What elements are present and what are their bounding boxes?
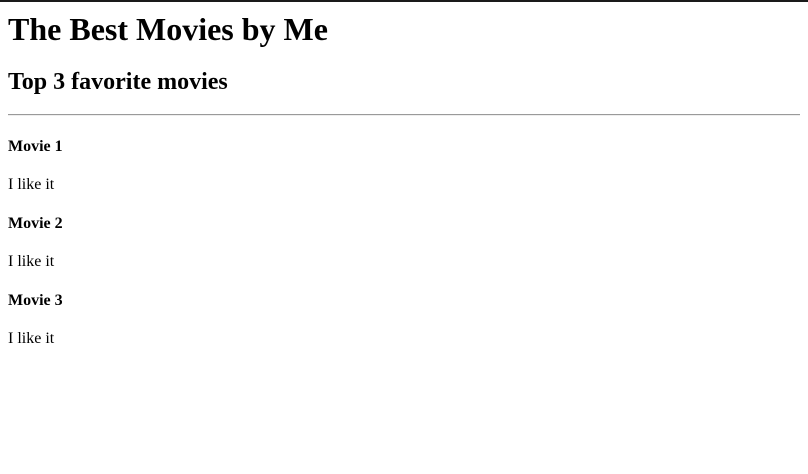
movie-comment: I like it (8, 330, 55, 347)
page-subtitle: Top 3 favorite movies (8, 69, 228, 95)
movie-comment: I like it (8, 176, 55, 193)
movie-title: Movie 3 (8, 292, 63, 309)
movie-comment: I like it (8, 253, 55, 270)
movie-title: Movie 1 (8, 138, 63, 155)
movie-item-3: Movie 3 I like it (8, 291, 800, 348)
divider (8, 114, 800, 116)
page-title: The Best Movies by Me (8, 11, 328, 47)
page-container: The Best Movies by Me Top 3 favorite mov… (0, 11, 808, 348)
movie-list: Movie 1 I like it Movie 2 I like it Movi… (8, 137, 800, 348)
movie-title: Movie 2 (8, 215, 63, 232)
movie-item-1: Movie 1 I like it (8, 137, 800, 194)
movie-item-2: Movie 2 I like it (8, 214, 800, 271)
